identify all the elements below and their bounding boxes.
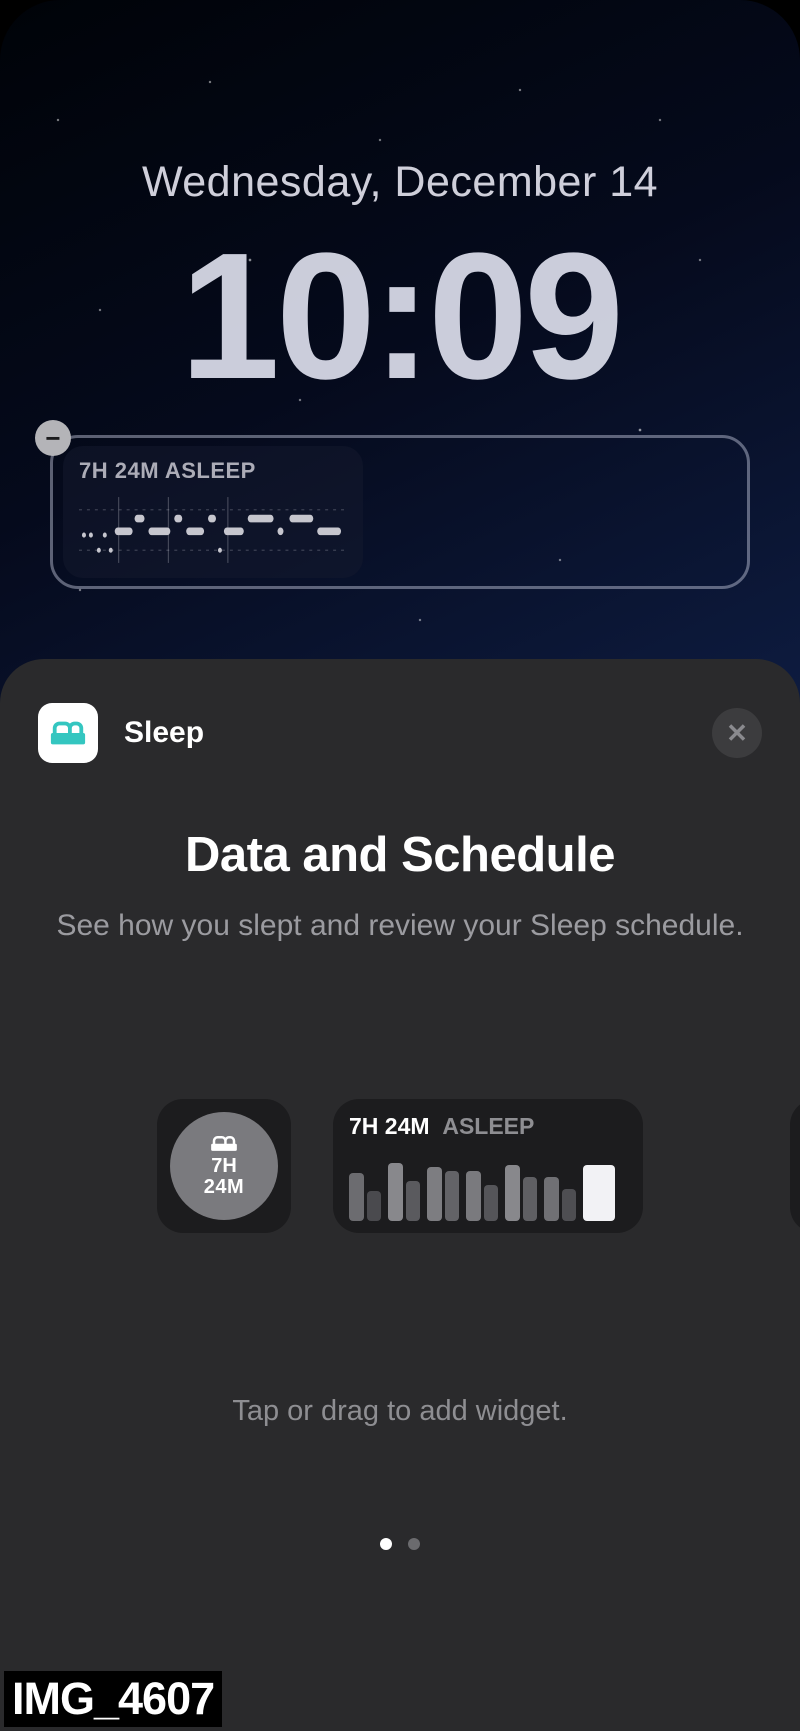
widget-option-small[interactable]: 7H 24M: [157, 1099, 291, 1233]
widget-options-row: 7H 24M 7H 24M ASLEEP: [0, 1099, 800, 1233]
time-label: 10:09: [0, 227, 800, 407]
widget-wide-label: 7H 24M ASLEEP: [349, 1113, 627, 1140]
sheet-app-name: Sleep: [124, 716, 204, 750]
sleep-app-icon: [38, 703, 98, 763]
close-icon: ✕: [726, 718, 748, 749]
widget-small-line2: 24M: [204, 1176, 244, 1199]
widget-option-wide[interactable]: 7H 24M ASLEEP: [333, 1099, 643, 1233]
widget-wide-status: ASLEEP: [442, 1113, 534, 1139]
sheet-subtitle: See how you slept and review your Sleep …: [0, 909, 800, 943]
lock-screen-clock: Wednesday, December 14 10:09: [0, 0, 800, 407]
pager-dots[interactable]: [0, 1538, 800, 1550]
minus-icon: −: [45, 423, 60, 454]
widget-small-line1: 7H: [211, 1155, 237, 1178]
placed-widget-label: 7H 24M ASLEEP: [79, 458, 347, 484]
widget-picker-sheet: Sleep ✕ Data and Schedule See how you sl…: [0, 659, 800, 1731]
close-button[interactable]: ✕: [712, 708, 762, 758]
sleep-bars-icon: [349, 1150, 627, 1221]
widget-wide-duration: 7H 24M: [349, 1113, 430, 1139]
add-widget-hint: Tap or drag to add widget.: [0, 1395, 800, 1428]
placed-sleep-widget[interactable]: 7H 24M ASLEEP: [63, 446, 363, 578]
widget-slot-container[interactable]: − 7H 24M ASLEEP: [50, 435, 750, 589]
pager-dot[interactable]: [408, 1538, 420, 1550]
widget-option-peek[interactable]: [790, 1099, 800, 1233]
sheet-title: Data and Schedule: [0, 827, 800, 883]
bed-icon: [209, 1133, 239, 1153]
sheet-header: Sleep ✕: [0, 703, 800, 763]
pager-dot[interactable]: [380, 1538, 392, 1550]
remove-widget-button[interactable]: −: [35, 420, 71, 456]
filename-overlay: IMG_4607: [4, 1671, 222, 1727]
sleep-chart-icon: [79, 492, 347, 568]
date-label: Wednesday, December 14: [0, 158, 800, 207]
